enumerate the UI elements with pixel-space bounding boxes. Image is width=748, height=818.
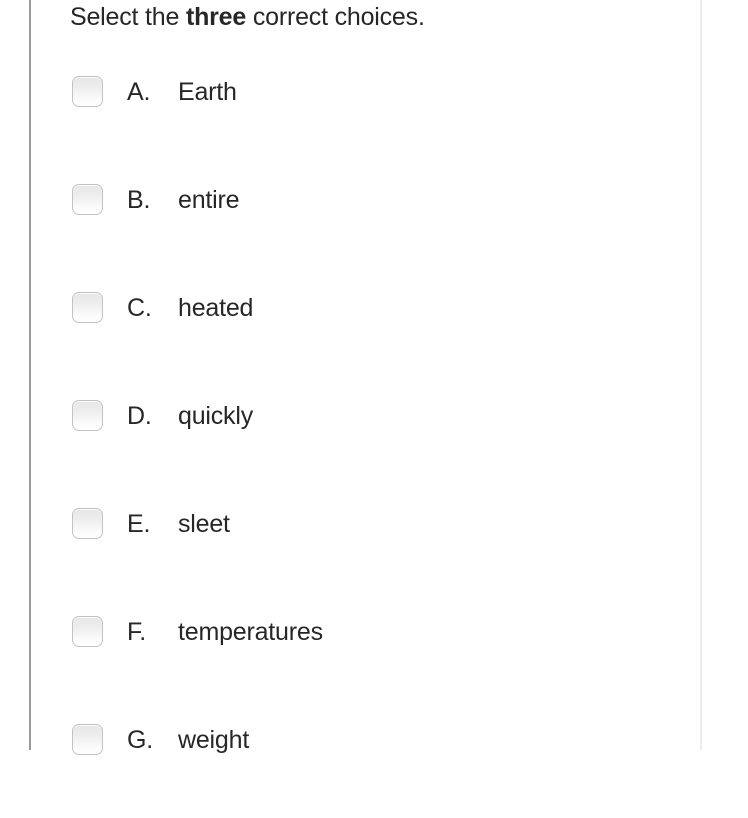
checkbox-b[interactable] [72, 184, 103, 215]
option-label: sleet [178, 510, 230, 538]
prompt-text-after: correct choices. [246, 3, 425, 31]
option-label: entire [178, 186, 240, 214]
question-prompt: Select the three correct choices. [70, 1, 425, 33]
answer-option-d[interactable]: D. quickly [70, 386, 690, 494]
checkbox-a[interactable] [72, 76, 103, 107]
option-letter: D. [127, 402, 152, 430]
option-label: Earth [178, 78, 237, 106]
option-letter: E. [127, 510, 151, 538]
option-letter: C. [127, 294, 152, 322]
question-content: Select the three correct choices. A. Eart… [70, 0, 690, 755]
checkbox-e[interactable] [72, 508, 103, 539]
answer-option-g[interactable]: G. weight [70, 710, 690, 818]
answer-option-e[interactable]: E. sleet [70, 494, 690, 602]
page-right-rule [700, 0, 702, 750]
prompt-emphasis: three [185, 3, 247, 31]
checkbox-g[interactable] [72, 724, 103, 755]
option-letter: B. [127, 186, 151, 214]
option-letter: G. [127, 726, 153, 754]
option-letter: F. [127, 618, 147, 646]
option-label: heated [178, 294, 254, 322]
answer-option-a[interactable]: A. Earth [70, 62, 690, 170]
question-screen: Select the three correct choices. A. Eart… [0, 0, 748, 755]
answer-options-list: A. Earth B. entire C. heated D. quickly E. sleet F… [70, 62, 690, 818]
answer-option-b[interactable]: B. entire [70, 170, 690, 278]
checkbox-d[interactable] [72, 400, 103, 431]
checkbox-c[interactable] [72, 292, 103, 323]
option-label: weight [178, 726, 250, 754]
question-left-rule [29, 0, 31, 750]
checkbox-f[interactable] [72, 616, 103, 647]
prompt-text-before: Select the [70, 3, 186, 31]
option-label: quickly [178, 402, 254, 430]
answer-option-c[interactable]: C. heated [70, 278, 690, 386]
option-label: temperatures [178, 618, 323, 646]
option-letter: A. [127, 78, 151, 106]
answer-option-f[interactable]: F. temperatures [70, 602, 690, 710]
